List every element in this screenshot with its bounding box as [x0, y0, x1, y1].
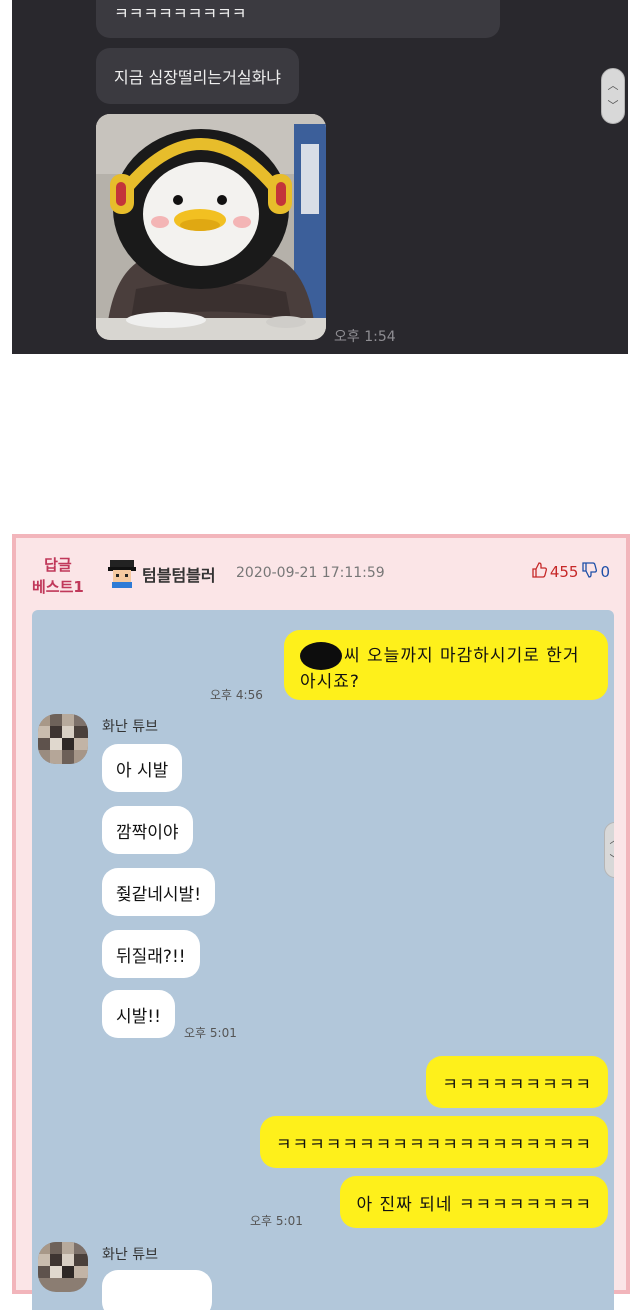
sent-message-bubble: ㅋㅋㅋㅋㅋㅋㅋㅋㅋ [426, 1056, 608, 1108]
downvote-count: 0 [600, 563, 610, 581]
friend-name: 화난 튜브 [102, 719, 158, 735]
dark-chat-screenshot: ㅋㅋㅋㅋㅋㅋㅋㅋㅋ 지금 심장떨리는거실화냐 오후 1:54 ︿ ﹀ [12, 0, 628, 354]
comment-date: 2020-09-21 17:11:59 [236, 565, 385, 581]
comment-username[interactable]: 텀블텀블러 [142, 562, 216, 586]
received-message-bubble: 아 시발 [102, 744, 183, 792]
sent-message-bubble: 아 진짜 되네 ㅋㅋㅋㅋㅋㅋㅋㅋ [340, 1176, 608, 1228]
chevron-up-icon: ︿ [607, 79, 619, 92]
scroll-button[interactable]: ︿ ﹀ [601, 68, 625, 124]
message-time: 오후 5:01 [250, 1214, 303, 1228]
chevron-down-icon: ﹀ [607, 99, 619, 112]
message-time: 오후 1:54 [334, 329, 396, 345]
kakaotalk-chat-image: 씨 오늘까지 마감하시기로 한거 아시죠? 오후 4:56 화난 튜브 아 시발… [32, 610, 614, 1310]
friend-avatar[interactable] [38, 1242, 88, 1292]
received-message-bubble: 시발!! [102, 990, 175, 1038]
chat-bubble: 지금 심장떨리는거실화냐 [96, 48, 300, 104]
upvote-count: 455 [549, 563, 579, 581]
redaction-mark [300, 642, 342, 670]
user-level-icon [108, 558, 136, 588]
chat-bubble: ㅋㅋㅋㅋㅋㅋㅋㅋㅋ [96, 0, 500, 38]
best-reply-comment: 답글 베스트1 텀블텀블러 2020-09-21 17:11:59 455 0 … [12, 534, 630, 1310]
scroll-button[interactable]: ︿ ﹀ [604, 822, 614, 878]
sent-message-bubble: ㅋㅋㅋㅋㅋㅋㅋㅋㅋㅋㅋㅋㅋㅋㅋㅋㅋㅋㅋ [259, 1116, 608, 1168]
friend-name: 화난 튜브 [102, 1247, 158, 1263]
chevron-down-icon: ﹀ [605, 853, 615, 867]
chevron-up-icon: ︿ [605, 833, 615, 847]
penguin-emoticon-image [96, 114, 326, 340]
received-message-bubble [102, 1270, 212, 1310]
sent-message-bubble: 씨 오늘까지 마감하시기로 한거 아시죠? [284, 630, 608, 700]
received-message-bubble: 뒤질래?!! [102, 930, 200, 978]
thumbs-down-icon[interactable] [581, 562, 598, 582]
friend-avatar[interactable] [38, 714, 88, 764]
best-reply-badge: 답글 베스트1 [32, 556, 84, 596]
message-time: 오후 4:56 [210, 688, 263, 702]
thumbs-up-icon[interactable] [531, 562, 547, 582]
received-message-bubble: 깜짝이야 [102, 806, 193, 854]
vote-counts: 455 0 [531, 562, 610, 582]
received-message-bubble: 줮같네시발! [102, 868, 216, 916]
message-time: 오후 5:01 [184, 1026, 237, 1040]
